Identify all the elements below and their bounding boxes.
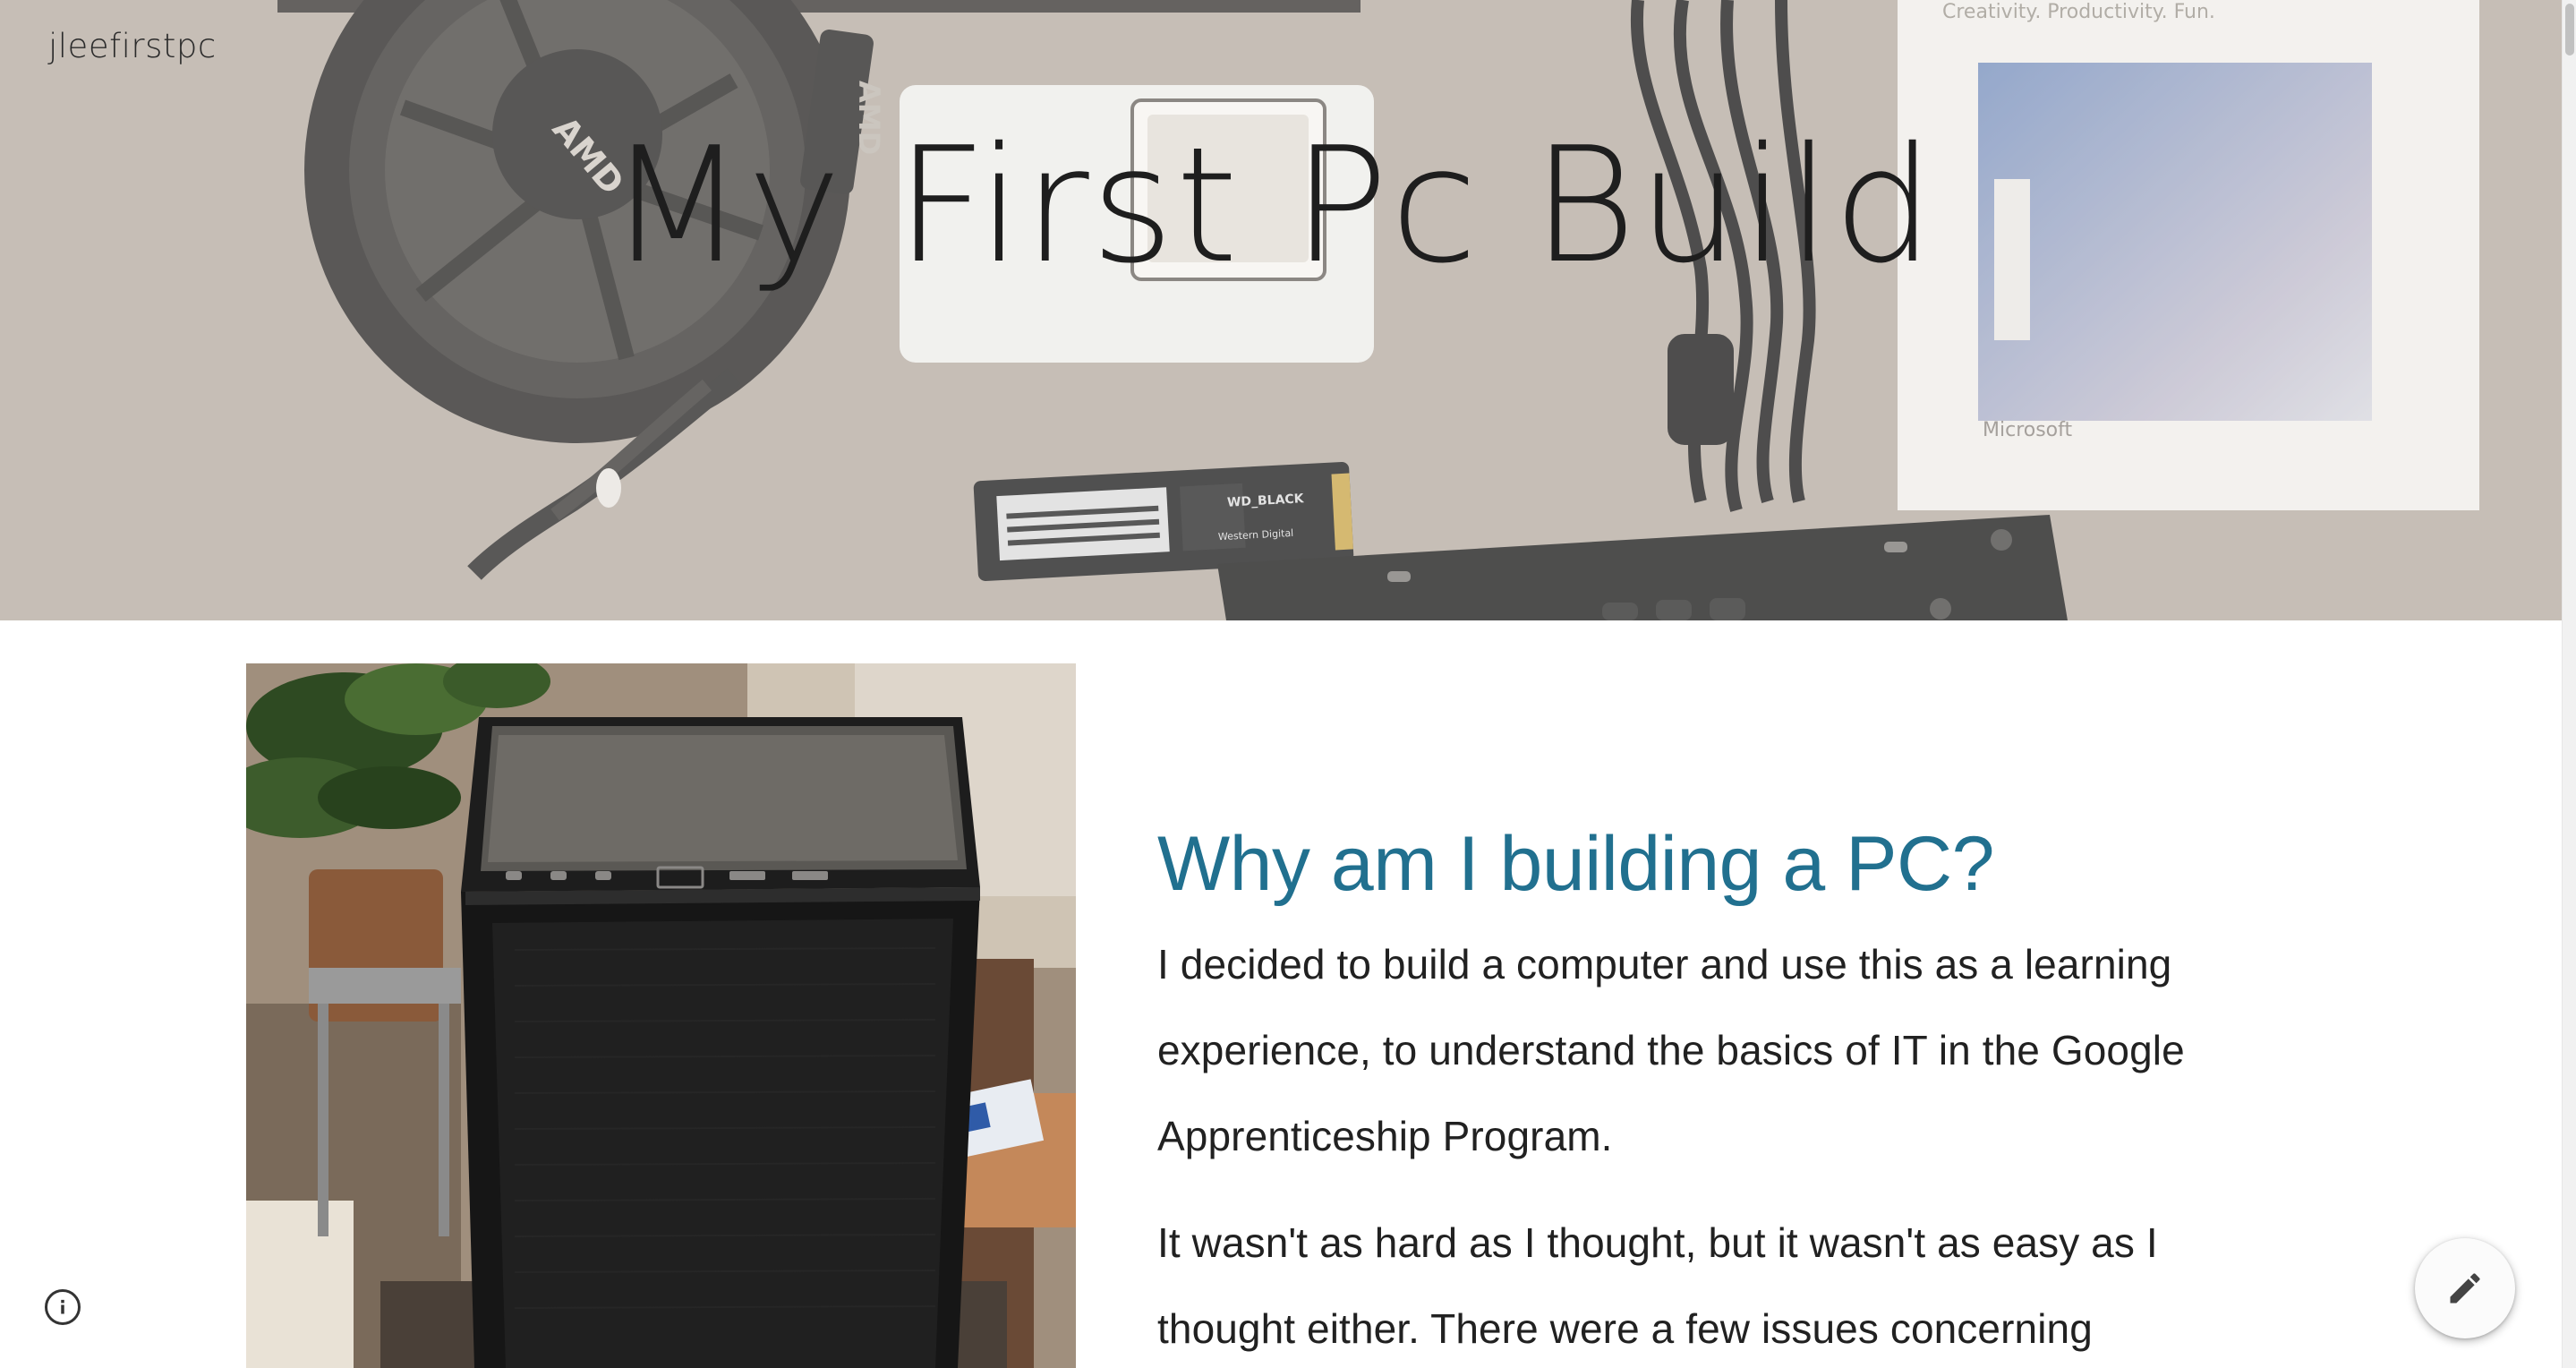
- pc-case-image: [246, 663, 1076, 1368]
- intro-paragraph: I decided to build a computer and use th…: [1157, 941, 2185, 1159]
- pc-case-body: [461, 717, 980, 1368]
- hero-banner: AMD AMD Creativity. Productivity. Fun. M…: [0, 0, 2562, 620]
- pencil-icon: [2450, 1273, 2480, 1304]
- info-button[interactable]: [45, 1289, 81, 1325]
- pc-case-photo: [246, 663, 1076, 1368]
- main-content: Why am I building a PC? I decided to bui…: [0, 620, 2562, 1368]
- page-title: My First Pc Build: [608, 113, 1936, 298]
- hero-overlay: [0, 0, 2562, 620]
- edit-button[interactable]: [2415, 1238, 2515, 1338]
- site-name-link[interactable]: jleefirstpc: [48, 27, 217, 65]
- scrollbar-thumb[interactable]: [2565, 4, 2574, 56]
- section-heading: Why am I building a PC?: [1157, 821, 1994, 907]
- page-scrollbar[interactable]: [2562, 0, 2576, 1368]
- info-icon: [61, 1299, 64, 1314]
- experience-paragraph: It wasn't as hard as I thought, but it w…: [1157, 1219, 2158, 1352]
- why-building-section: Why am I building a PC? I decided to bui…: [1157, 819, 2231, 1368]
